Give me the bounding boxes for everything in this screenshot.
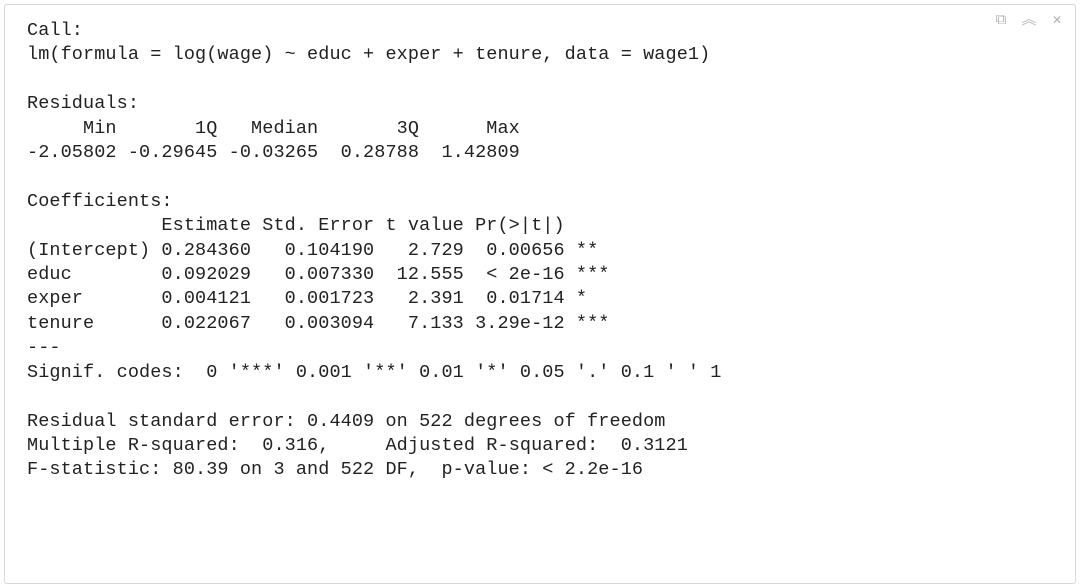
- residuals-values: -2.05802 -0.29645 -0.03265 0.28788 1.428…: [27, 142, 531, 163]
- footer-line: Residual standard error: 0.4409 on 522 d…: [27, 411, 666, 432]
- collapse-icon[interactable]: ︽: [1021, 12, 1037, 28]
- footer-line: Multiple R-squared: 0.316, Adjusted R-sq…: [27, 435, 699, 456]
- cell-toolbar: ⧉ ︽ ✕: [993, 12, 1065, 28]
- r-output-cell: ⧉ ︽ ✕ Call: lm(formula = log(wage) ~ edu…: [4, 4, 1076, 584]
- coef-separator: ---: [27, 337, 61, 358]
- residuals-header: Residuals:: [27, 93, 139, 114]
- coefficients-columns: Estimate Std. Error t value Pr(>|t|): [27, 215, 610, 236]
- coef-row: tenure 0.022067 0.003094 7.133 3.29e-12 …: [27, 313, 610, 334]
- footer-line: F-statistic: 80.39 on 3 and 522 DF, p-va…: [27, 459, 643, 480]
- call-line: lm(formula = log(wage) ~ educ + exper + …: [27, 44, 710, 65]
- close-icon[interactable]: ✕: [1049, 12, 1065, 28]
- coef-row: (Intercept) 0.284360 0.104190 2.729 0.00…: [27, 240, 610, 261]
- residuals-columns: Min 1Q Median 3Q Max: [27, 118, 531, 139]
- call-header: Call:: [27, 20, 83, 41]
- copy-icon[interactable]: ⧉: [993, 12, 1009, 28]
- coefficients-header: Coefficients:: [27, 191, 173, 212]
- r-summary-output: Call: lm(formula = log(wage) ~ educ + ex…: [27, 19, 1053, 483]
- coef-row: educ 0.092029 0.007330 12.555 < 2e-16 **…: [27, 264, 610, 285]
- coef-row: exper 0.004121 0.001723 2.391 0.01714 *: [27, 288, 610, 309]
- signif-codes: Signif. codes: 0 '***' 0.001 '**' 0.01 '…: [27, 362, 722, 383]
